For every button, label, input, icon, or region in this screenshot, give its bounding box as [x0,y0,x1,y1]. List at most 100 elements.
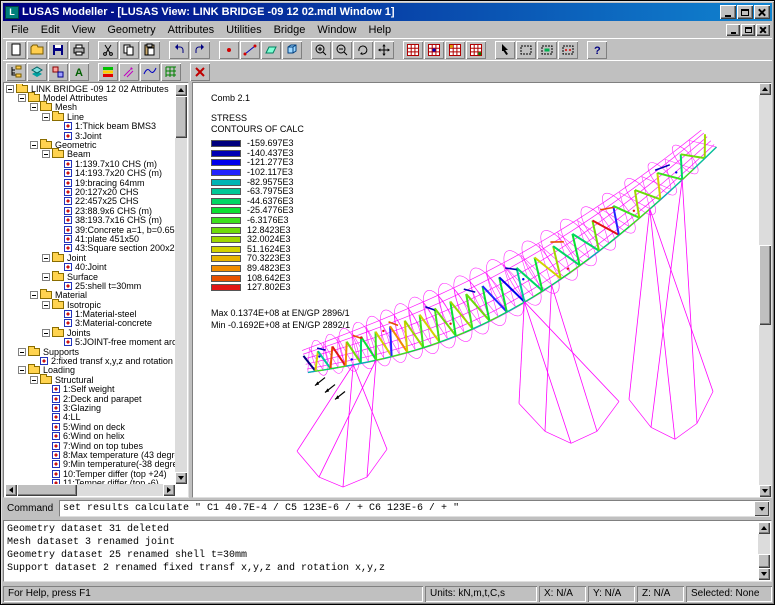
expander-icon[interactable] [42,113,50,121]
view-scroll-track[interactable] [759,95,771,485]
tree-item[interactable]: 41:plate 451x50 [54,234,175,243]
expander-icon[interactable] [42,273,50,281]
point-tool-button[interactable] [219,41,239,59]
tree-item[interactable]: Joint [42,253,175,262]
tree-item[interactable]: 6:Wind on helix [42,431,175,440]
groups-toggle-button[interactable] [48,63,68,81]
child-minimize-button[interactable] [726,24,740,36]
tree-scroll-track-v[interactable] [175,96,187,472]
tree-item[interactable]: 20:127x20 CHS [54,187,175,196]
new-doc-button[interactable] [6,41,26,59]
tree-item[interactable]: 1:Material-steel [54,309,175,318]
layers-toggle-button[interactable] [27,63,47,81]
results-grid-button[interactable] [424,41,444,59]
expander-icon[interactable] [18,348,26,356]
log-scroll-thumb[interactable] [758,554,770,568]
copy-button[interactable] [119,41,139,59]
vector-toggle-button[interactable] [119,63,139,81]
command-dropdown-button[interactable] [754,501,769,516]
tree-item[interactable]: Isotropic [42,300,175,309]
tree-item[interactable]: Line [42,112,175,121]
tree-item[interactable]: 14:193.7x20 CHS (m) [54,169,175,178]
child-restore-button[interactable] [741,24,755,36]
view-scroll-down-button[interactable] [759,485,771,497]
contour-toggle-button[interactable] [98,63,118,81]
tree-item[interactable]: 1:Thick beam BMS3 [54,122,175,131]
log-scroll-track[interactable] [758,534,770,568]
options-grid-button[interactable] [466,41,486,59]
delete-x-button[interactable] [190,63,210,81]
attributes-toggle-button[interactable]: A [69,63,89,81]
tree-item[interactable]: Supports [18,347,175,356]
pan-view-button[interactable] [374,41,394,59]
tree-item[interactable]: 4:LL [42,413,175,422]
tree-item[interactable]: 2:Deck and parapet [42,394,175,403]
menu-view[interactable]: View [66,23,102,37]
tree-item[interactable]: Surface [42,272,175,281]
log-scroll-down-button[interactable] [758,568,770,580]
log-scroll-up-button[interactable] [758,522,770,534]
expander-icon[interactable] [18,94,26,102]
select-node-button[interactable] [558,41,578,59]
zoom-in-button[interactable] [311,41,331,59]
tree-item[interactable]: 1:Self weight [42,385,175,394]
expander-icon[interactable] [6,85,14,93]
tree-item[interactable]: 9:Min temperature(-38 degree) [42,460,175,469]
menu-edit[interactable]: Edit [35,23,66,37]
select-element-button[interactable] [537,41,557,59]
undo-button[interactable] [169,41,189,59]
expander-icon[interactable] [18,366,26,374]
expander-icon[interactable] [42,254,50,262]
expander-icon[interactable] [42,329,50,337]
report-grid-button[interactable] [445,41,465,59]
tree-item[interactable]: 2:fixed transf x,y,z and rotation x,y,z [30,356,175,365]
tree-item[interactable]: 3:Joint [54,131,175,140]
line-tool-button[interactable] [240,41,260,59]
maximize-button[interactable] [737,5,753,19]
tree-item[interactable]: Beam [42,150,175,159]
menu-utilities[interactable]: Utilities [220,23,267,37]
tree-item[interactable]: 5:JOINT-free moment around y [54,338,175,347]
menu-attributes[interactable]: Attributes [162,23,220,37]
tree-item[interactable]: 40:Joint [54,262,175,271]
zoom-out-button[interactable] [332,41,352,59]
tree-item[interactable]: 7:Wind on top tubes [42,441,175,450]
menu-geometry[interactable]: Geometry [101,23,161,37]
expander-icon[interactable] [30,291,38,299]
tree-item[interactable]: 5:Wind on deck [42,422,175,431]
tree-item[interactable]: 25:shell t=30mm [54,281,175,290]
tree-item[interactable]: 3:Glazing [42,403,175,412]
deform-toggle-button[interactable] [140,63,160,81]
tree-scroll-up-button[interactable] [175,84,187,96]
volume-tool-button[interactable] [282,41,302,59]
tree-item[interactable]: 10:Temper differ (top +24) [42,469,175,478]
open-folder-button[interactable] [27,41,47,59]
treeview-toggle-button[interactable] [6,63,26,81]
tree-item[interactable]: Joints [42,328,175,337]
tree-item[interactable]: 38:193.7x16 CHS (m) [54,215,175,224]
expander-icon[interactable] [30,141,38,149]
tree-item[interactable]: 43:Square section 200x200 [54,244,175,253]
expander-icon[interactable] [42,150,50,158]
tree-item[interactable]: 8:Max temperature (43 degree) [42,450,175,459]
tree-scroll-right-button[interactable] [163,484,175,496]
expander-icon[interactable] [42,301,50,309]
cut-button[interactable] [98,41,118,59]
help-button[interactable]: ? [587,41,607,59]
menu-bridge[interactable]: Bridge [268,23,312,37]
tree-item[interactable]: 3:Material-concrete [54,319,175,328]
app-logo-icon[interactable]: L [5,6,19,19]
view-scroll-thumb[interactable] [759,245,771,325]
redo-button[interactable] [190,41,210,59]
tree-item[interactable]: 23:88.9x6 CHS (m) [54,206,175,215]
view-scroll-up-button[interactable] [759,83,771,95]
tree-scroll-down-button[interactable] [175,472,187,484]
select-cursor-button[interactable] [495,41,515,59]
tree-item[interactable]: Structural [30,375,175,384]
expander-icon[interactable] [30,376,38,384]
expander-icon[interactable] [30,103,38,111]
menu-file[interactable]: File [5,23,35,37]
rotate-view-button[interactable] [353,41,373,59]
surface-tool-button[interactable] [261,41,281,59]
menu-help[interactable]: Help [363,23,398,37]
